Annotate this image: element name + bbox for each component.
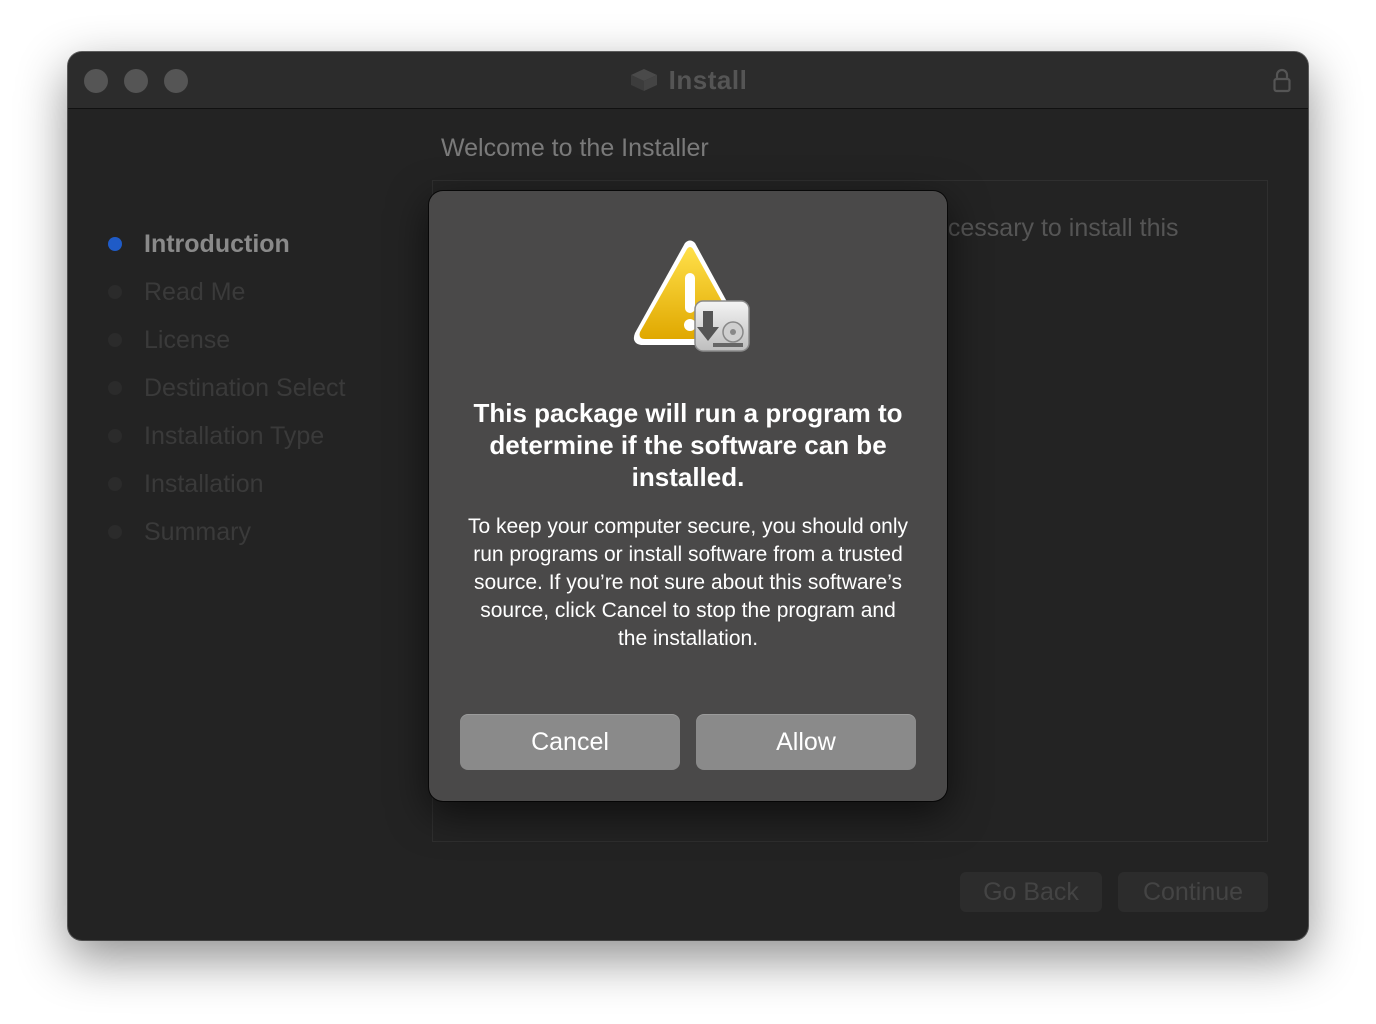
step-label: Introduction [144,229,290,258]
step-label: Destination Select [144,373,346,402]
step-summary: Summary [106,508,426,556]
cancel-button[interactable]: Cancel [460,714,680,770]
security-alert-dialog: This package will run a program to deter… [429,191,947,801]
step-label: Installation Type [144,421,325,450]
lock-icon[interactable] [1272,68,1292,94]
step-read-me: Read Me [106,268,426,316]
package-icon [630,69,657,91]
step-label: Summary [144,517,251,546]
step-indicator-active [108,237,122,251]
step-label: License [144,325,231,354]
step-indicator [108,285,122,299]
step-installation-type: Installation Type [106,412,426,460]
step-label: Read Me [144,277,246,306]
allow-button[interactable]: Allow [696,714,916,770]
content-text: ecessary to install this [934,214,1179,242]
step-indicator [108,477,122,491]
step-installation: Installation [106,460,426,508]
go-back-button[interactable]: Go Back [960,872,1102,912]
dialog-message: To keep your computer secure, you should… [467,515,909,650]
step-destination-select: Destination Select [106,364,426,412]
window-title: Install [68,52,1308,108]
warning-installer-icon [633,240,750,352]
step-introduction: Introduction [106,220,426,268]
step-sidebar: Introduction Read Me License Destination… [106,220,426,556]
page-title: Welcome to the Installer [441,134,709,162]
title-bar: Install [68,52,1308,109]
step-indicator [108,333,122,347]
step-indicator [108,429,122,443]
step-license: License [106,316,426,364]
window-title-text: Install [668,64,748,95]
step-indicator [108,525,122,539]
continue-button[interactable]: Continue [1118,872,1268,912]
step-indicator [108,381,122,395]
dialog-title: This package will run a program to deter… [473,398,903,492]
step-label: Installation [144,469,264,498]
